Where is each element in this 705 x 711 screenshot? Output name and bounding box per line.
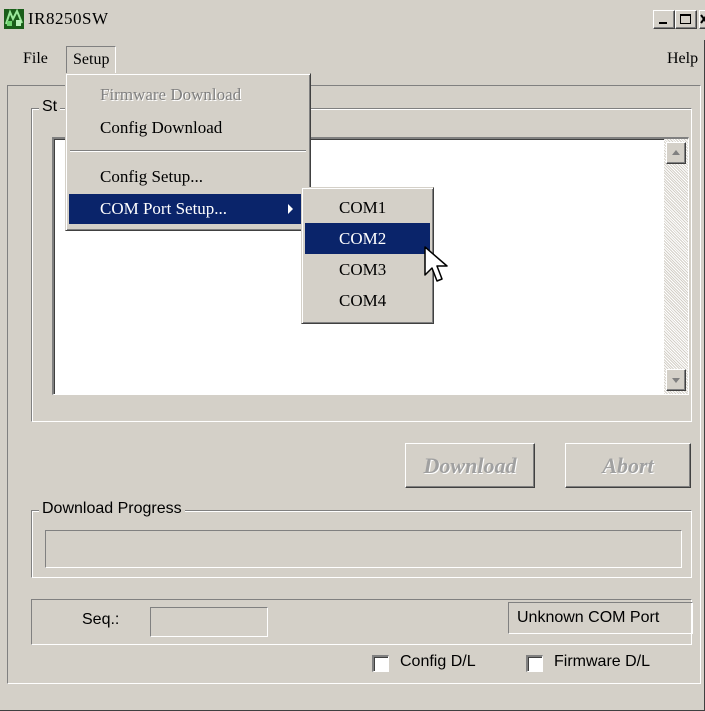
config-dl-checkbox[interactable]: [372, 655, 389, 672]
minimize-icon: [659, 22, 667, 24]
title-bar[interactable]: IR8250SW: [0, 0, 705, 40]
scroll-down-button[interactable]: [666, 369, 686, 391]
status-scrollbar[interactable]: [664, 139, 688, 394]
menu-item-com4[interactable]: COM4: [305, 285, 430, 316]
menu-item-com-port-setup-label: COM Port Setup...: [100, 199, 228, 218]
app-window: IR8250SW File Setup Help St Download Abo…: [0, 0, 705, 711]
menu-item-com3[interactable]: COM3: [305, 254, 430, 285]
menu-item-com1[interactable]: COM1: [305, 192, 430, 223]
setup-menu: Firmware Download Config Download Config…: [65, 73, 311, 231]
scroll-up-button[interactable]: [666, 142, 686, 164]
menu-help[interactable]: Help: [664, 48, 701, 70]
window-title: IR8250SW: [28, 9, 109, 28]
firmware-dl-checkbox[interactable]: [526, 655, 543, 672]
menu-item-config-download[interactable]: Config Download: [69, 113, 307, 143]
menu-item-firmware-download[interactable]: Firmware Download: [69, 80, 307, 110]
menu-separator: [70, 150, 306, 152]
com-port-status: Unknown COM Port: [508, 602, 693, 634]
firmware-dl-label[interactable]: Firmware D/L: [554, 653, 650, 671]
menu-item-com-port-setup[interactable]: COM Port Setup...: [69, 194, 307, 224]
minimize-button[interactable]: [653, 10, 675, 29]
abort-button[interactable]: Abort: [565, 443, 691, 488]
menu-bar: File Setup Help: [0, 42, 705, 76]
download-button[interactable]: Download: [405, 443, 535, 488]
status-group-label: St: [39, 98, 61, 116]
seq-value-field: [150, 607, 268, 637]
arrow-down-icon: [672, 378, 680, 383]
download-progress-bar: [45, 530, 682, 568]
close-button[interactable]: [699, 10, 705, 29]
menu-setup[interactable]: Setup: [66, 46, 117, 74]
mouse-cursor-icon: [424, 246, 448, 282]
com-port-submenu: COM1 COM2 COM3 COM4: [301, 187, 434, 324]
menu-item-com2[interactable]: COM2: [305, 223, 430, 254]
progress-group-label: Download Progress: [39, 500, 185, 518]
seq-label: Seq.:: [82, 611, 120, 628]
close-icon: [700, 14, 705, 24]
arrow-up-icon: [672, 150, 680, 155]
app-icon: [4, 9, 24, 29]
submenu-arrow-icon: [288, 204, 293, 214]
maximize-button[interactable]: [675, 10, 697, 29]
maximize-icon: [680, 14, 691, 24]
menu-file[interactable]: File: [20, 48, 51, 70]
menu-item-config-setup[interactable]: Config Setup...: [69, 162, 307, 192]
config-dl-label[interactable]: Config D/L: [400, 653, 476, 671]
